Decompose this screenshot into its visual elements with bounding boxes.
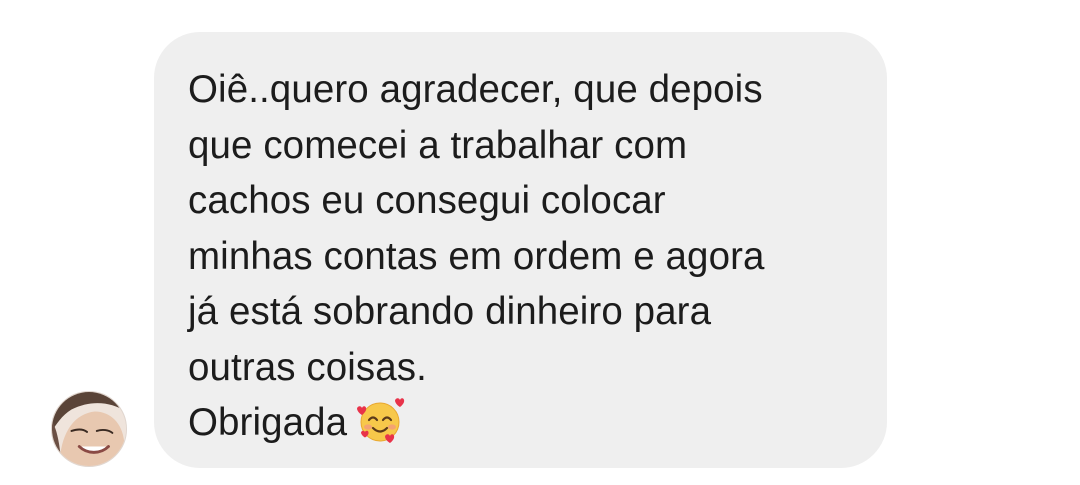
message-closing: Obrigada — [188, 401, 348, 444]
message-text: Oiê..quero agradecer, que depois que com… — [188, 62, 857, 451]
smiling-face-with-hearts-icon — [355, 395, 405, 445]
avatar[interactable] — [51, 391, 127, 467]
avatar-photo — [52, 392, 126, 466]
message-bubble[interactable]: Oiê..quero agradecer, que depois que com… — [154, 32, 887, 468]
chat-message-row: Oiê..quero agradecer, que depois que com… — [0, 0, 1080, 485]
message-body: Oiê..quero agradecer, que depois que com… — [188, 68, 765, 389]
